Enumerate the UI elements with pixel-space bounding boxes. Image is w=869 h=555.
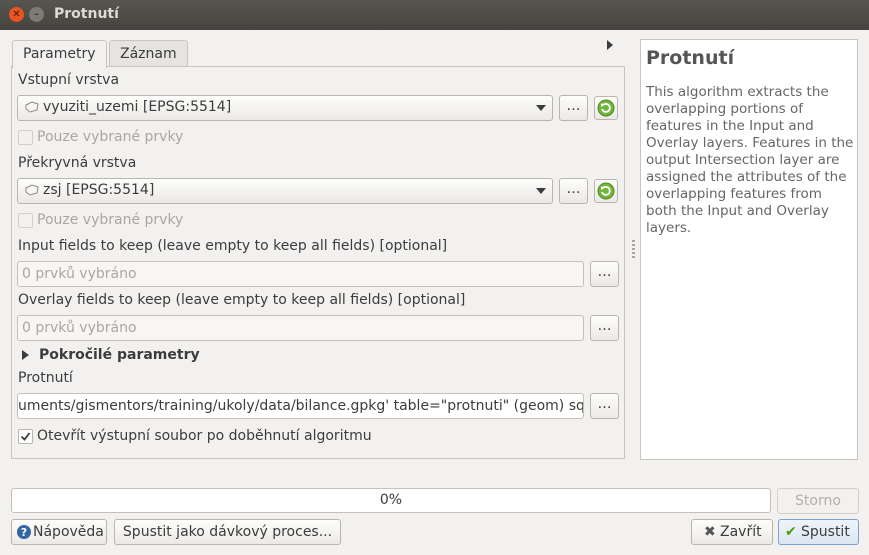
- help-title: Protnutí: [646, 47, 735, 69]
- polygon-layer-icon: [25, 184, 39, 196]
- progress-bar: 0%: [11, 488, 771, 513]
- chevron-down-icon: [536, 188, 546, 194]
- overlay-layer-label: Překryvná vrstva: [18, 155, 137, 171]
- input-selected-only-label: Pouze vybrané prvky: [37, 129, 184, 145]
- batch-process-button[interactable]: Spustit jako dávkový proces...: [114, 519, 341, 545]
- window-title: Protnutí: [54, 6, 119, 22]
- checkmark-icon: ✔: [785, 524, 797, 540]
- input-layer-browse-button[interactable]: …: [559, 95, 588, 121]
- output-label: Protnutí: [18, 370, 73, 386]
- overlay-selected-only-label: Pouze vybrané prvky: [37, 212, 184, 228]
- iterate-icon: [597, 182, 615, 200]
- input-layer-iterate-button[interactable]: [594, 96, 618, 120]
- advanced-parameters-toggle[interactable]: Pokročilé parametry: [18, 345, 218, 367]
- overlay-layer-iterate-button[interactable]: [594, 179, 618, 203]
- input-fields-field[interactable]: 0 prvků vybráno: [17, 261, 584, 287]
- input-fields-label: Input fields to keep (leave empty to kee…: [18, 238, 448, 254]
- progress-text: 0%: [379, 492, 403, 508]
- open-output-checkbox[interactable]: [18, 429, 33, 444]
- overlay-fields-label: Overlay fields to keep (leave empty to k…: [18, 292, 466, 308]
- window-minimize-button[interactable]: –: [29, 7, 44, 22]
- help-text: This algorithm extracts the overlapping …: [646, 84, 854, 236]
- input-fields-browse-button[interactable]: …: [590, 261, 619, 287]
- output-path-field[interactable]: uments/gismentors/training/ukoly/data/bi…: [17, 393, 584, 419]
- advanced-parameters-label: Pokročilé parametry: [39, 347, 200, 363]
- chevron-right-icon: [22, 350, 29, 360]
- overlay-fields-placeholder: 0 prvků vybráno: [22, 320, 137, 336]
- input-layer-combobox[interactable]: vyuziti_uzemi [EPSG:5514]: [17, 95, 553, 121]
- tab-zaznam[interactable]: Záznam: [109, 40, 188, 67]
- tab-parametry[interactable]: Parametry: [12, 40, 107, 68]
- overlay-fields-field[interactable]: 0 prvků vybráno: [17, 315, 584, 341]
- output-browse-button[interactable]: …: [590, 393, 619, 419]
- run-button-label: Spustit: [801, 524, 850, 540]
- input-layer-label: Vstupní vrstva: [18, 72, 120, 88]
- overlay-layer-browse-button[interactable]: …: [559, 178, 588, 204]
- help-icon: ?: [17, 525, 31, 539]
- overlay-selected-only-checkbox[interactable]: [18, 213, 33, 228]
- close-button[interactable]: ✖ Zavřít: [691, 519, 773, 545]
- help-button[interactable]: ? Nápověda: [11, 519, 107, 545]
- close-icon: ✖: [704, 524, 716, 540]
- input-selected-only-checkbox[interactable]: [18, 130, 33, 145]
- cancel-button[interactable]: Storno: [777, 488, 859, 514]
- window-close-button[interactable]: ✕: [9, 7, 24, 22]
- help-button-label: Nápověda: [33, 524, 104, 540]
- svg-text:?: ?: [21, 526, 27, 539]
- run-button[interactable]: ✔ Spustit: [778, 519, 859, 545]
- title-bar: ✕ – Protnutí: [0, 0, 869, 30]
- polygon-layer-icon: [25, 101, 39, 113]
- open-output-label: Otevřít výstupní soubor po doběhnutí alg…: [37, 428, 372, 444]
- splitter-handle[interactable]: [632, 240, 635, 258]
- collapse-help-icon[interactable]: [607, 40, 613, 50]
- output-path-value: uments/gismentors/training/ukoly/data/bi…: [18, 398, 584, 414]
- help-panel: Protnutí This algorithm extracts the ove…: [640, 39, 858, 460]
- overlay-fields-browse-button[interactable]: …: [590, 315, 619, 341]
- input-layer-value: vyuziti_uzemi [EPSG:5514]: [43, 99, 232, 115]
- checkmark-icon: [20, 432, 31, 441]
- input-fields-placeholder: 0 prvků vybráno: [22, 266, 137, 282]
- close-button-label: Zavřít: [720, 524, 762, 540]
- overlay-layer-value: zsj [EPSG:5514]: [43, 182, 155, 198]
- chevron-down-icon: [536, 105, 546, 111]
- iterate-icon: [597, 99, 615, 117]
- overlay-layer-combobox[interactable]: zsj [EPSG:5514]: [17, 178, 553, 204]
